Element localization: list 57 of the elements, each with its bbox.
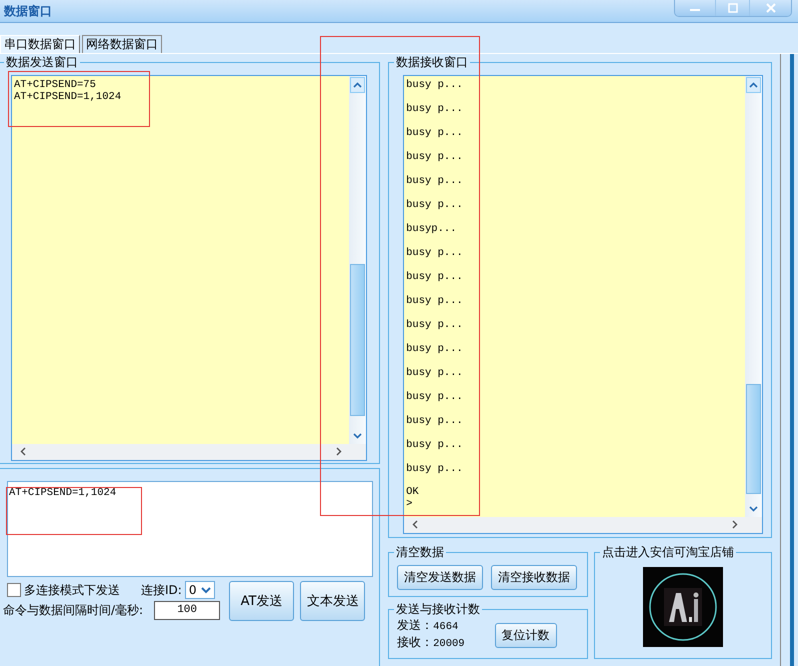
text-line: busy p... — [406, 342, 464, 357]
vertical-scrollbar[interactable] — [349, 76, 366, 444]
scroll-thumb[interactable] — [350, 264, 366, 416]
text-line: busy p... — [406, 78, 464, 93]
vertical-scrollbar[interactable] — [745, 76, 762, 517]
text-line: busyp... — [406, 222, 458, 237]
horizontal-scrollbar[interactable] — [404, 517, 762, 533]
text-line: busy p... — [406, 150, 464, 165]
command-input-field[interactable]: AT+CIPSEND=1,1024 — [7, 481, 374, 577]
text-line: busy p... — [406, 462, 464, 477]
clear-button[interactable]: 清空发送数据 — [397, 565, 484, 590]
checkbox-label: 多连接模式下发送 — [24, 582, 120, 598]
chevron-down-icon — [200, 586, 211, 594]
text-line: busy p... — [406, 270, 464, 285]
text-line: AT+CIPSEND=1,1024 — [14, 91, 122, 103]
text-line: busy p... — [406, 294, 464, 309]
text-line: OK — [406, 486, 420, 498]
tab[interactable]: 串口数据窗口 — [0, 35, 80, 53]
maximize-button[interactable] — [715, 0, 749, 16]
send-button[interactable]: AT发送 — [229, 581, 294, 621]
scroll-thumb[interactable] — [746, 384, 762, 494]
maximize-icon — [726, 3, 740, 13]
group-title: 发送与接收计数 — [395, 601, 482, 618]
send-button[interactable]: 文本发送 — [300, 581, 365, 621]
interval-input-field[interactable]: 100 — [154, 601, 220, 620]
interval-label: 命令与数据间隔时间/毫秒: — [3, 602, 144, 619]
checkbox[interactable] — [7, 583, 21, 597]
text-line: busy p... — [406, 318, 464, 333]
group-title: 清空数据 — [395, 544, 446, 561]
text-line: busy p... — [406, 174, 464, 189]
window-title: 数据窗口 — [2, 2, 52, 20]
text-line: busy p... — [406, 414, 464, 429]
text-line: busy p... — [406, 390, 464, 405]
group-title: 数据接收窗口 — [395, 54, 470, 71]
text-line: busy p... — [406, 198, 464, 213]
link-id-dropdown[interactable]: 0 — [184, 581, 215, 599]
text-line: AT+CIPSEND=75 — [14, 79, 97, 91]
text-line: busy p... — [406, 126, 464, 141]
close-button[interactable] — [749, 0, 791, 16]
scroll-up-icon — [350, 77, 366, 93]
send-text-area[interactable]: AT+CIPSEND=75 AT+CIPSEND=1,1024 — [11, 75, 368, 461]
receive-text-area[interactable]: busy p... busy p... busy p... busy p... busy p... busy p... busyp... busy p... busy p... busy p... busy p... busy p... busy p... busy p... busy p... busy p... busy p... OK > — [403, 75, 764, 534]
text-line: busy p... — [406, 246, 464, 261]
text-line: busy p... — [406, 102, 464, 117]
reset-count-button[interactable]: 复位计数 — [494, 622, 557, 648]
scroll-up-icon — [746, 77, 762, 93]
text-line: > — [406, 498, 414, 510]
clear-button[interactable]: 清空接收数据 — [491, 565, 578, 590]
group-title: 数据发送窗口 — [5, 54, 79, 71]
text-line: busy p... — [406, 366, 464, 381]
tab[interactable]: 网络数据窗口 — [82, 35, 162, 53]
minimize-button[interactable] — [675, 0, 715, 16]
group-title: 点击进入安信可淘宝店铺 — [601, 544, 736, 561]
text-line: busy p... — [406, 438, 464, 453]
close-icon — [764, 3, 778, 13]
horizontal-scrollbar[interactable] — [12, 444, 366, 460]
link-id-label: 连接ID: — [141, 582, 182, 598]
